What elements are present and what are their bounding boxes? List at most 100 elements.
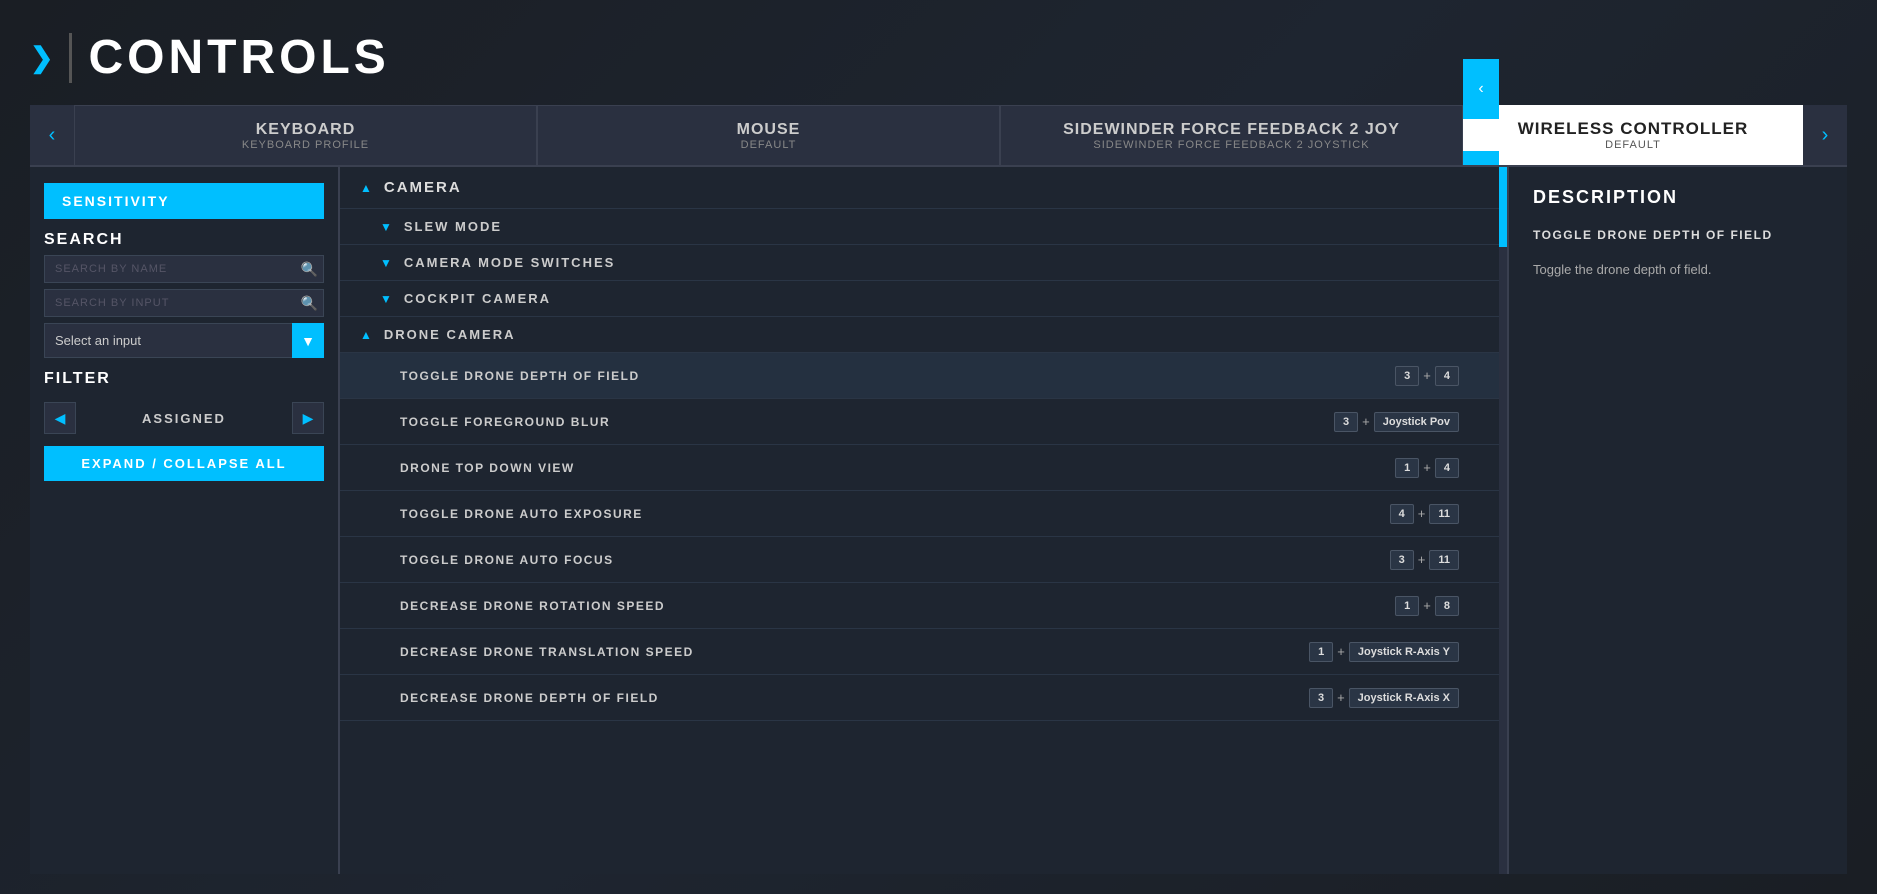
- key-badge: 3: [1395, 366, 1419, 386]
- key-plus: +: [1423, 598, 1431, 613]
- binding-keys-toggle-drone-auto-exposure: 4 + 11: [1390, 504, 1459, 524]
- header-divider: [69, 33, 72, 83]
- slew-mode-arrow: ▼: [380, 220, 394, 234]
- drone-camera-arrow: ▲: [360, 328, 374, 342]
- binding-row-toggle-drone-dof[interactable]: TOGGLE DRONE DEPTH OF FIELD 3 + 4: [340, 353, 1499, 399]
- cockpit-camera-label: COCKPIT CAMERA: [404, 291, 551, 306]
- binding-row-decrease-drone-dof[interactable]: DECREASE DRONE DEPTH OF FIELD 3 + Joysti…: [340, 675, 1499, 721]
- key-badge: 11: [1429, 504, 1459, 524]
- key-badge: 11: [1429, 550, 1459, 570]
- left-panel: SENSITIVITY SEARCH 🔍 🔍 Select an input: [30, 167, 340, 874]
- filter-section-label: FILTER: [44, 370, 324, 388]
- header-logo-arrow: ❯: [30, 41, 53, 74]
- binding-keys-toggle-foreground-blur: 3 + Joystick Pov: [1334, 412, 1459, 432]
- select-input-wrap: Select an input ▼: [44, 323, 324, 358]
- search-by-name-input[interactable]: [44, 255, 324, 283]
- search-section-label: SEARCH: [44, 231, 324, 249]
- key-badge: 1: [1395, 458, 1419, 478]
- tab-next-button[interactable]: ›: [1803, 105, 1847, 165]
- search-by-input-wrap: 🔍: [44, 289, 324, 317]
- content-area: SENSITIVITY SEARCH 🔍 🔍 Select an input: [30, 165, 1847, 874]
- drone-camera-label: DRONE CAMERA: [384, 327, 516, 342]
- scrollbar-thumb[interactable]: [1499, 167, 1507, 247]
- right-panel: DESCRIPTION TOGGLE DRONE DEPTH OF FIELD …: [1507, 167, 1847, 874]
- wireless-profile-prev-button[interactable]: ‹: [1463, 59, 1499, 119]
- category-camera-label: CAMERA: [384, 179, 462, 196]
- binding-row-toggle-foreground-blur[interactable]: TOGGLE FOREGROUND BLUR 3 + Joystick Pov: [340, 399, 1499, 445]
- key-plus: +: [1418, 552, 1426, 567]
- tab-wireless[interactable]: ‹ WIRELESS CONTROLLER DEFAULT ›: [1463, 105, 1803, 165]
- binding-keys-decrease-drone-dof: 3 + Joystick R-Axis X: [1309, 688, 1459, 708]
- filter-next-button[interactable]: ▶: [292, 402, 324, 434]
- key-badge: Joystick Pov: [1374, 412, 1459, 432]
- key-plus: +: [1362, 414, 1370, 429]
- tab-mouse[interactable]: MOUSE DEFAULT: [537, 105, 1000, 165]
- tab-bar: ‹ KEYBOARD KEYBOARD PROFILE MOUSE DEFAUL…: [30, 105, 1847, 165]
- tab-wireless-profile: DEFAULT: [1605, 139, 1661, 151]
- key-badge: 8: [1435, 596, 1459, 616]
- search-by-name-icon[interactable]: 🔍: [301, 261, 318, 278]
- tab-wireless-label: WIRELESS CONTROLLER: [1518, 119, 1749, 139]
- search-by-input-icon[interactable]: 🔍: [301, 295, 318, 312]
- key-plus: +: [1337, 690, 1345, 705]
- select-input[interactable]: Select an input: [44, 323, 324, 358]
- key-badge: 3: [1390, 550, 1414, 570]
- binding-keys-decrease-drone-translation-speed: 1 + Joystick R-Axis Y: [1309, 642, 1459, 662]
- description-title: DESCRIPTION: [1533, 187, 1823, 208]
- tab-keyboard[interactable]: KEYBOARD KEYBOARD PROFILE: [74, 105, 537, 165]
- search-group: 🔍 🔍 Select an input ▼: [44, 255, 324, 358]
- slew-mode-label: SLEW MODE: [404, 219, 502, 234]
- expand-collapse-button[interactable]: EXPAND / COLLAPSE ALL: [44, 446, 324, 481]
- binding-keys-drone-top-down: 1 + 4: [1395, 458, 1459, 478]
- binding-keys-toggle-drone-dof: 3 + 4: [1395, 366, 1459, 386]
- tab-keyboard-profile: KEYBOARD PROFILE: [242, 139, 369, 151]
- key-badge: 3: [1309, 688, 1333, 708]
- page-title: CONTROLS: [88, 30, 389, 85]
- filter-row: ◀ ASSIGNED ▶: [44, 402, 324, 434]
- sensitivity-button[interactable]: SENSITIVITY: [44, 183, 324, 219]
- binding-name-decrease-drone-translation-speed: DECREASE DRONE TRANSLATION SPEED: [400, 645, 1309, 659]
- binding-row-decrease-drone-translation-speed[interactable]: DECREASE DRONE TRANSLATION SPEED 1 + Joy…: [340, 629, 1499, 675]
- filter-section: FILTER ◀ ASSIGNED ▶: [44, 370, 324, 434]
- key-badge: 4: [1390, 504, 1414, 524]
- camera-mode-switches-label: CAMERA MODE SWITCHES: [404, 255, 615, 270]
- tab-mouse-label: MOUSE: [737, 121, 801, 139]
- binding-name-toggle-drone-auto-exposure: TOGGLE DRONE AUTO EXPOSURE: [400, 507, 1390, 521]
- key-plus: +: [1423, 460, 1431, 475]
- binding-name-decrease-drone-dof: DECREASE DRONE DEPTH OF FIELD: [400, 691, 1309, 705]
- tab-sidewinder[interactable]: SIDEWINDER FORCE FEEDBACK 2 JOY SIDEWIND…: [1000, 105, 1463, 165]
- subcategory-camera-mode-switches[interactable]: ▼ CAMERA MODE SWITCHES: [340, 245, 1499, 281]
- binding-row-decrease-drone-rotation-speed[interactable]: DECREASE DRONE ROTATION SPEED 1 + 8: [340, 583, 1499, 629]
- binding-row-toggle-drone-auto-exposure[interactable]: TOGGLE DRONE AUTO EXPOSURE 4 + 11: [340, 491, 1499, 537]
- description-text: Toggle the drone depth of field.: [1533, 260, 1823, 280]
- binding-keys-decrease-drone-rotation-speed: 1 + 8: [1395, 596, 1459, 616]
- category-camera-arrow: ▲: [360, 181, 374, 195]
- key-badge: Joystick R-Axis X: [1349, 688, 1459, 708]
- camera-mode-switches-arrow: ▼: [380, 256, 394, 270]
- key-badge: 4: [1435, 458, 1459, 478]
- tab-keyboard-label: KEYBOARD: [256, 121, 356, 139]
- subcategory-drone-camera[interactable]: ▲ DRONE CAMERA: [340, 317, 1499, 353]
- search-by-input-input[interactable]: [44, 289, 324, 317]
- binding-name-drone-top-down: DRONE TOP DOWN VIEW: [400, 461, 1395, 475]
- tab-mouse-profile: DEFAULT: [741, 139, 797, 151]
- binding-name-toggle-drone-dof: TOGGLE DRONE DEPTH OF FIELD: [400, 369, 1395, 383]
- key-badge: 1: [1309, 642, 1333, 662]
- binding-name-toggle-drone-auto-focus: TOGGLE DRONE AUTO FOCUS: [400, 553, 1390, 567]
- subcategory-cockpit-camera[interactable]: ▼ COCKPIT CAMERA: [340, 281, 1499, 317]
- filter-label: ASSIGNED: [82, 411, 286, 426]
- filter-prev-button[interactable]: ◀: [44, 402, 76, 434]
- binding-row-drone-top-down[interactable]: DRONE TOP DOWN VIEW 1 + 4: [340, 445, 1499, 491]
- description-action-name: TOGGLE DRONE DEPTH OF FIELD: [1533, 228, 1823, 242]
- binding-name-decrease-drone-rotation-speed: DECREASE DRONE ROTATION SPEED: [400, 599, 1395, 613]
- category-camera-header[interactable]: ▲ CAMERA: [340, 167, 1499, 209]
- tab-prev-button[interactable]: ‹: [30, 105, 74, 165]
- binding-row-toggle-drone-auto-focus[interactable]: TOGGLE DRONE AUTO FOCUS 3 + 11: [340, 537, 1499, 583]
- key-plus: +: [1423, 368, 1431, 383]
- middle-panel[interactable]: ▲ CAMERA ▼ SLEW MODE ▼ CAMERA MODE SWITC…: [340, 167, 1507, 874]
- key-plus: +: [1337, 644, 1345, 659]
- key-badge: 4: [1435, 366, 1459, 386]
- subcategory-slew-mode[interactable]: ▼ SLEW MODE: [340, 209, 1499, 245]
- header: ❯ CONTROLS: [30, 30, 1847, 85]
- binding-keys-toggle-drone-auto-focus: 3 + 11: [1390, 550, 1459, 570]
